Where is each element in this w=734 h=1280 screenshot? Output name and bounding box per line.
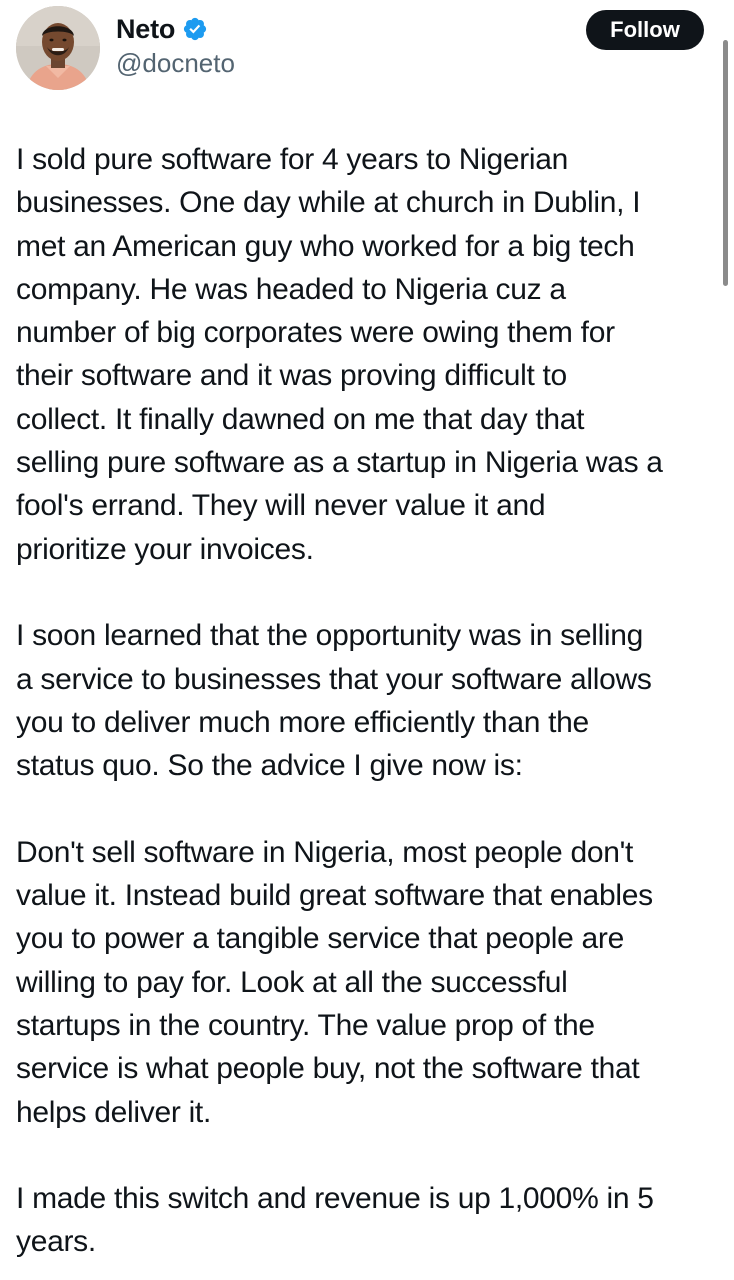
- scrollbar[interactable]: [723, 40, 728, 286]
- author-name-row: Neto: [116, 11, 208, 47]
- tweet-line: service is what people buy, not the soft…: [16, 1052, 640, 1086]
- tweet-paragraph: I soon learned that the opportunity was …: [16, 614, 722, 787]
- tweet-line: I made this switch and revenue is up 1,0…: [16, 1182, 654, 1216]
- tweet-line: I sold pure software for 4 years to Nige…: [16, 143, 569, 176]
- tweet-line: company. He was headed to Nigeria cuz a: [16, 272, 566, 306]
- tweet-header: Neto @docneto Follow: [0, 0, 734, 100]
- tweet-line: collect. It finally dawned on me that da…: [16, 402, 585, 436]
- tweet-line: value it. Instead build great software t…: [16, 879, 653, 913]
- tweet-line: you to deliver much more efficiently tha…: [16, 705, 589, 739]
- tweet-line: startups in the country. The value prop …: [16, 1008, 595, 1042]
- tweet-line: willing to pay for. Look at all the succ…: [16, 965, 568, 999]
- tweet-line: helps deliver it.: [16, 1095, 211, 1129]
- avatar-photo: [16, 6, 100, 90]
- tweet-line: number of big corporates were owing them…: [16, 316, 615, 350]
- author-handle[interactable]: @docneto: [116, 48, 235, 79]
- follow-button[interactable]: Follow: [586, 10, 704, 50]
- tweet-paragraph: I made this switch and revenue is up 1,0…: [16, 1177, 722, 1264]
- tweet-line: businesses. One day while at church in D…: [16, 186, 641, 220]
- tweet-line: years.: [16, 1225, 96, 1259]
- tweet-line: I soon learned that the opportunity was …: [16, 619, 644, 653]
- tweet-paragraph: I sold pure software for 4 years to Nige…: [16, 138, 722, 571]
- tweet-text: I sold pure software for 4 years to Nige…: [16, 138, 722, 1264]
- tweet-line: selling pure software as a startup in Ni…: [16, 446, 663, 480]
- author-avatar[interactable]: [16, 6, 100, 90]
- tweet-line: you to power a tangible service that peo…: [16, 922, 624, 956]
- tweet-line: prioritize your invoices.: [16, 532, 314, 566]
- verified-badge-icon: [182, 16, 208, 42]
- tweet-line: status quo. So the advice I give now is:: [16, 749, 523, 783]
- tweet-line: a service to businesses that your softwa…: [16, 662, 652, 696]
- tweet-line: their software and it was proving diffic…: [16, 359, 567, 393]
- tweet-line: fool's errand. They will never value it …: [16, 489, 546, 523]
- tweet-line: Don't sell software in Nigeria, most peo…: [16, 835, 634, 869]
- author-display-name[interactable]: Neto: [116, 14, 175, 45]
- tweet-line: met an American guy who worked for a big…: [16, 229, 635, 263]
- tweet-paragraph: Don't sell software in Nigeria, most peo…: [16, 831, 722, 1134]
